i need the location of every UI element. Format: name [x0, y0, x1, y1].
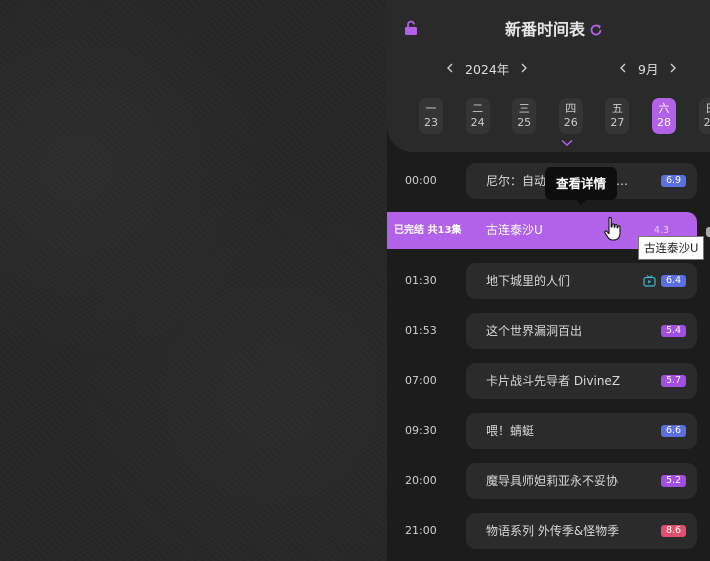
day-date: 26: [563, 116, 578, 129]
schedule-row: 21:00 物语系列 外传季&怪物季 8.6: [387, 513, 710, 549]
air-time: 01:30: [405, 274, 437, 287]
score-badge: 5.2: [661, 475, 686, 487]
anime-card[interactable]: 魔导具师妲莉亚永不妥协 5.2: [466, 463, 697, 499]
page-title: 新番时间表: [505, 18, 603, 42]
title-text: 新番时间表: [505, 20, 586, 39]
anime-title: 地下城里的人们: [486, 274, 571, 288]
day-weekday: 五: [611, 102, 623, 115]
day-date: 29: [703, 116, 710, 129]
air-time: 21:00: [405, 524, 437, 537]
schedule-row: 20:00 魔导具师妲莉亚永不妥协 5.2: [387, 463, 710, 499]
day-date: 24: [470, 116, 485, 129]
year-navigator: 2024年: [443, 58, 531, 78]
score-badge: 6.9: [661, 175, 686, 187]
schedule-header: 新番时间表 2024年 9月 一 23 二 24 三 25 四 26 五 27 …: [387, 0, 710, 152]
day-weekday: 四: [565, 102, 577, 115]
schedule-row: 01:30 地下城里的人们 6.4: [387, 263, 710, 299]
weekday-selector: 一23 二24 三25 四26 五27 六28 日29: [419, 98, 710, 134]
scrollbar-handle[interactable]: [706, 227, 710, 237]
unlock-icon[interactable]: [404, 20, 418, 36]
day-sun[interactable]: 日29: [698, 98, 710, 134]
tv-icon: [643, 275, 656, 287]
anime-card[interactable]: 卡片战斗先导者 DivineZ 5.7: [466, 363, 697, 399]
refresh-icon[interactable]: [589, 23, 603, 37]
day-date: 25: [517, 116, 532, 129]
view-details-button[interactable]: 查看详情: [545, 167, 617, 205]
score-badge: 6.4: [661, 275, 686, 287]
day-weekday: 三: [518, 102, 530, 115]
day-mon[interactable]: 一 23: [419, 98, 443, 134]
air-time: 01:53: [405, 324, 437, 337]
anime-card[interactable]: 喂！蜻蜓 6.6: [466, 413, 697, 449]
day-thu[interactable]: 四 26: [558, 98, 583, 134]
day-date: 23: [424, 116, 438, 129]
prev-month-chevron-left-icon[interactable]: [616, 61, 630, 75]
anime-card[interactable]: 地下城里的人们 6.4: [466, 263, 697, 299]
day-sat-selected[interactable]: 六 28: [651, 98, 676, 134]
anime-title: 卡片战斗先导者 DivineZ: [486, 374, 621, 388]
anime-card[interactable]: 物语系列 外传季&怪物季 8.6: [466, 513, 697, 549]
day-date: 27: [610, 116, 625, 129]
anime-title: 古连泰沙U: [486, 223, 543, 237]
schedule-row: 01:53 这个世界漏洞百出 5.4: [387, 313, 710, 349]
anime-title: 这个世界漏洞百出: [486, 324, 583, 338]
next-year-chevron-right-icon[interactable]: [517, 61, 531, 75]
day-weekday: 二: [472, 102, 484, 115]
anime-card[interactable]: 这个世界漏洞百出 5.4: [466, 313, 697, 349]
status-label: 已完结 共13集: [394, 225, 462, 236]
chevron-down-icon[interactable]: [561, 139, 573, 147]
day-wed[interactable]: 三 25: [512, 98, 537, 134]
anime-schedule-panel: 新番时间表 2024年 9月 一 23 二 24 三 25 四 26 五 27 …: [387, 0, 710, 561]
day-weekday: 一: [425, 102, 437, 115]
day-fri[interactable]: 五 27: [605, 98, 630, 134]
schedule-row: 09:30 喂！蜻蜓 6.6: [387, 413, 710, 449]
hand-pointer-cursor-icon: [604, 216, 621, 241]
schedule-row: 07:00 卡片战斗先导者 DivineZ 5.7: [387, 363, 710, 399]
anime-title: 物语系列 外传季&怪物季: [486, 524, 620, 538]
year-label: 2024年: [465, 61, 510, 77]
anime-title: 魔导具师妲莉亚永不妥协: [486, 474, 619, 488]
score-badge: 5.4: [661, 325, 686, 337]
air-time: 07:00: [405, 374, 437, 387]
day-weekday: 六: [658, 102, 670, 115]
score-badge: 8.6: [661, 525, 686, 537]
next-month-chevron-right-icon[interactable]: [666, 61, 680, 75]
day-weekday: 日: [705, 102, 710, 116]
anime-title: 喂！蜻蜓: [486, 424, 535, 438]
anime-title-head: 尼尔：自动: [486, 174, 547, 188]
day-tue[interactable]: 二 24: [465, 98, 490, 134]
air-time: 20:00: [405, 474, 437, 487]
title-tooltip: 古连泰沙U: [638, 236, 705, 260]
prev-year-chevron-left-icon[interactable]: [443, 61, 457, 75]
air-time: 00:00: [405, 174, 437, 187]
score-badge: 6.6: [661, 425, 686, 437]
month-navigator: 9月: [616, 58, 680, 78]
month-label: 9月: [638, 61, 659, 77]
air-time: 09:30: [405, 424, 437, 437]
day-date: 28: [656, 116, 671, 129]
desktop-background: [0, 0, 387, 561]
score-badge: 5.7: [661, 375, 686, 387]
